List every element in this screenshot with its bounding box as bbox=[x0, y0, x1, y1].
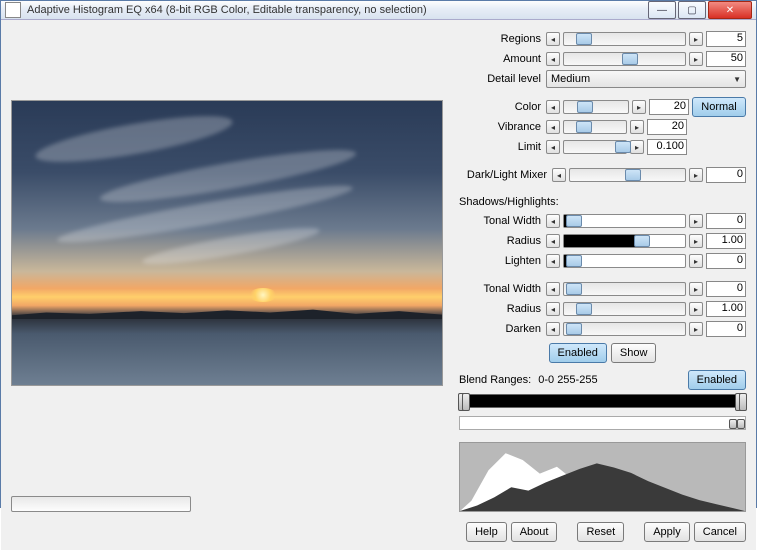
h-radius-dec-icon[interactable]: ◂ bbox=[546, 302, 560, 316]
limit-slider[interactable] bbox=[563, 140, 627, 154]
color-dec-icon[interactable]: ◂ bbox=[546, 100, 560, 114]
s-lighten-slider[interactable] bbox=[563, 254, 686, 268]
limit-inc-icon[interactable]: ▸ bbox=[630, 140, 644, 154]
reset-button[interactable]: Reset bbox=[577, 522, 624, 542]
color-value[interactable]: 20 bbox=[649, 99, 689, 115]
close-button[interactable]: ✕ bbox=[708, 1, 752, 19]
amount-dec-icon[interactable]: ◂ bbox=[546, 52, 560, 66]
chevron-down-icon: ▼ bbox=[733, 75, 741, 84]
dialog-window: Adaptive Histogram EQ x64 (8-bit RGB Col… bbox=[0, 0, 757, 508]
titlebar[interactable]: Adaptive Histogram EQ x64 (8-bit RGB Col… bbox=[1, 1, 756, 20]
h-tonal-dec-icon[interactable]: ◂ bbox=[546, 282, 560, 296]
s-radius-value[interactable]: 1.00 bbox=[706, 233, 746, 249]
normal-button[interactable]: Normal bbox=[692, 97, 746, 117]
darklight-value[interactable]: 0 bbox=[706, 167, 746, 183]
vibrance-dec-icon[interactable]: ◂ bbox=[546, 120, 560, 134]
darklight-slider[interactable] bbox=[569, 168, 686, 182]
h-radius-label: Radius bbox=[459, 303, 543, 315]
h-darken-value[interactable]: 0 bbox=[706, 321, 746, 337]
h-tonal-label: Tonal Width bbox=[459, 283, 543, 295]
blend-enabled-button[interactable]: Enabled bbox=[688, 370, 746, 390]
h-darken-slider[interactable] bbox=[563, 322, 686, 336]
vibrance-label: Vibrance bbox=[459, 121, 543, 133]
limit-value[interactable]: 0.100 bbox=[647, 139, 687, 155]
s-tonal-slider[interactable] bbox=[563, 214, 686, 228]
limit-label: Limit bbox=[459, 141, 543, 153]
maximize-button[interactable]: ▢ bbox=[678, 1, 706, 19]
amount-slider[interactable] bbox=[563, 52, 686, 66]
h-tonal-slider[interactable] bbox=[563, 282, 686, 296]
h-darken-label: Darken bbox=[459, 323, 543, 335]
h-darken-dec-icon[interactable]: ◂ bbox=[546, 322, 560, 336]
s-tonal-dec-icon[interactable]: ◂ bbox=[546, 214, 560, 228]
blend-range: 0-0 255-255 bbox=[538, 374, 597, 386]
limit-dec-icon[interactable]: ◂ bbox=[546, 140, 560, 154]
h-tonal-inc-icon[interactable]: ▸ bbox=[689, 282, 703, 296]
about-button[interactable]: About bbox=[511, 522, 558, 542]
h-tonal-value[interactable]: 0 bbox=[706, 281, 746, 297]
darklight-label: Dark/Light Mixer bbox=[459, 169, 549, 181]
blend-label: Blend Ranges: bbox=[459, 374, 531, 386]
color-inc-icon[interactable]: ▸ bbox=[632, 100, 646, 114]
s-radius-inc-icon[interactable]: ▸ bbox=[689, 234, 703, 248]
preview-image bbox=[11, 100, 443, 386]
app-icon bbox=[5, 2, 21, 18]
s-lighten-label: Lighten bbox=[459, 255, 543, 267]
s-tonal-value[interactable]: 0 bbox=[706, 213, 746, 229]
vibrance-value[interactable]: 20 bbox=[647, 119, 687, 135]
darklight-dec-icon[interactable]: ◂ bbox=[552, 168, 566, 182]
h-radius-inc-icon[interactable]: ▸ bbox=[689, 302, 703, 316]
window-title: Adaptive Histogram EQ x64 (8-bit RGB Col… bbox=[27, 4, 648, 16]
sh-show-button[interactable]: Show bbox=[611, 343, 657, 363]
s-radius-label: Radius bbox=[459, 235, 543, 247]
regions-value[interactable]: 5 bbox=[706, 31, 746, 47]
h-radius-slider[interactable] bbox=[563, 302, 686, 316]
vibrance-inc-icon[interactable]: ▸ bbox=[630, 120, 644, 134]
help-button[interactable]: Help bbox=[466, 522, 507, 542]
s-lighten-value[interactable]: 0 bbox=[706, 253, 746, 269]
vibrance-slider[interactable] bbox=[563, 120, 627, 134]
regions-dec-icon[interactable]: ◂ bbox=[546, 32, 560, 46]
s-lighten-dec-icon[interactable]: ◂ bbox=[546, 254, 560, 268]
amount-label: Amount bbox=[459, 53, 543, 65]
blend-dark-slider[interactable] bbox=[459, 394, 746, 408]
progress-bar bbox=[11, 496, 191, 512]
regions-slider[interactable] bbox=[563, 32, 686, 46]
amount-value[interactable]: 50 bbox=[706, 51, 746, 67]
regions-label: Regions bbox=[459, 33, 543, 45]
s-tonal-inc-icon[interactable]: ▸ bbox=[689, 214, 703, 228]
footer: Help About Reset Apply Cancel bbox=[1, 518, 756, 550]
detail-value: Medium bbox=[551, 73, 590, 85]
shadows-highlights-heading: Shadows/Highlights: bbox=[459, 194, 746, 210]
darklight-inc-icon[interactable]: ▸ bbox=[689, 168, 703, 182]
h-darken-inc-icon[interactable]: ▸ bbox=[689, 322, 703, 336]
color-label: Color bbox=[459, 101, 543, 113]
s-radius-dec-icon[interactable]: ◂ bbox=[546, 234, 560, 248]
h-radius-value[interactable]: 1.00 bbox=[706, 301, 746, 317]
apply-button[interactable]: Apply bbox=[644, 522, 690, 542]
color-slider[interactable] bbox=[563, 100, 629, 114]
cancel-button[interactable]: Cancel bbox=[694, 522, 746, 542]
detail-select[interactable]: Medium ▼ bbox=[546, 70, 746, 88]
minimize-button[interactable]: — bbox=[648, 1, 676, 19]
histogram bbox=[459, 442, 746, 512]
amount-inc-icon[interactable]: ▸ bbox=[689, 52, 703, 66]
s-radius-slider[interactable] bbox=[563, 234, 686, 248]
s-lighten-inc-icon[interactable]: ▸ bbox=[689, 254, 703, 268]
s-tonal-label: Tonal Width bbox=[459, 215, 543, 227]
blend-light-slider[interactable] bbox=[459, 416, 746, 430]
detail-label: Detail level bbox=[459, 73, 543, 85]
regions-inc-icon[interactable]: ▸ bbox=[689, 32, 703, 46]
sh-enabled-button[interactable]: Enabled bbox=[549, 343, 607, 363]
